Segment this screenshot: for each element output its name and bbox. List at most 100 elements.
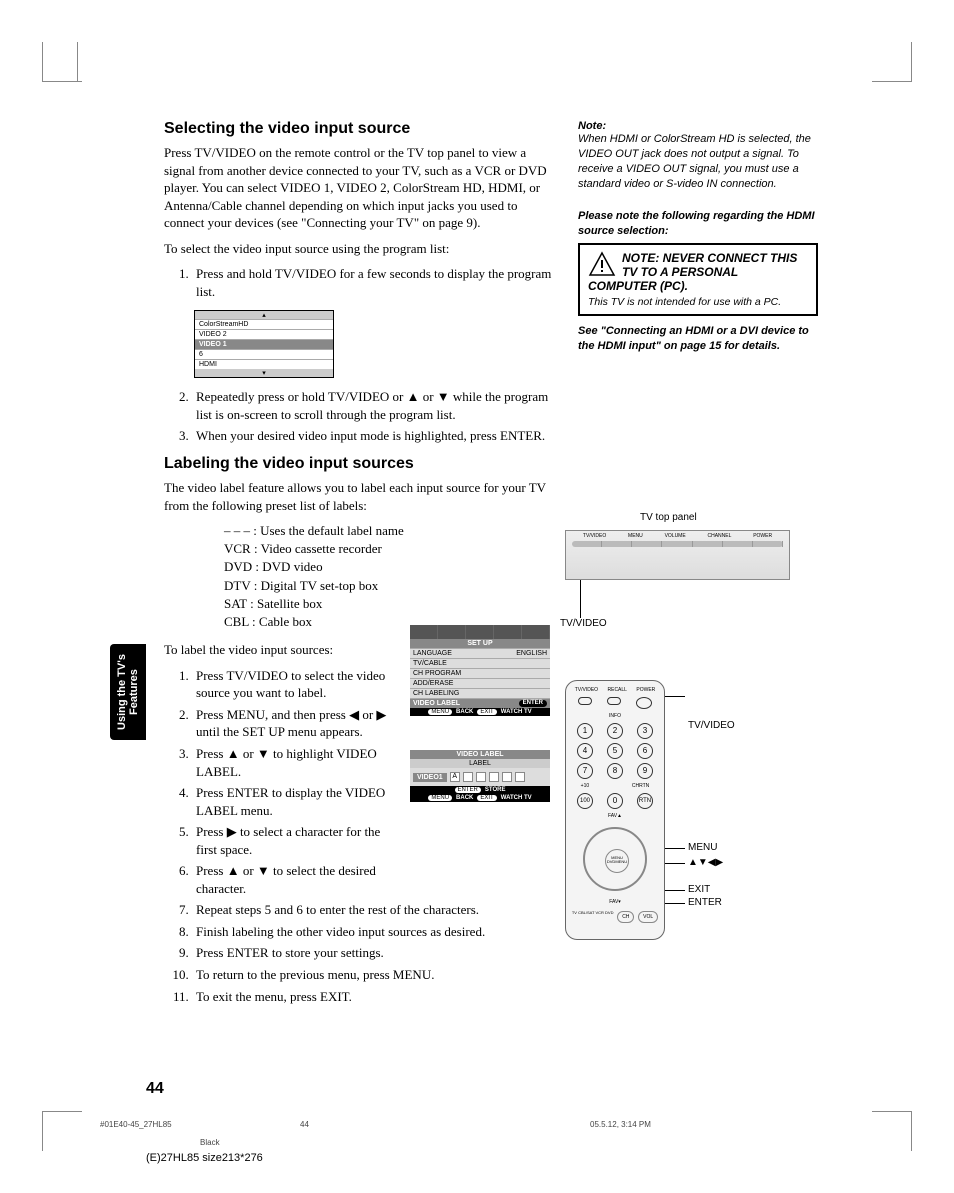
tvvideo-button: [578, 697, 592, 705]
num-button: 100: [577, 793, 593, 809]
step: Press TV/VIDEO to select the video sourc…: [192, 667, 402, 702]
list-item-selected: VIDEO 1: [195, 339, 333, 349]
menu-row: LANGUAGE: [413, 650, 452, 657]
panel-btn-label: CHANNEL: [707, 533, 731, 539]
list-item: 6: [195, 349, 333, 359]
callout-arrows: ▲▼◀▶: [688, 857, 723, 868]
step: Press ENTER to display the VIDEO LABEL m…: [192, 784, 402, 819]
note-heading: Note:: [578, 120, 818, 132]
callout-line: [665, 903, 685, 904]
label-def: – – – : Uses the default label name: [224, 522, 554, 540]
vol-button: VOL: [638, 911, 658, 923]
heading-labeling: Labeling the video input sources: [164, 455, 554, 473]
callout-enter: ENTER: [688, 897, 722, 908]
menu-row: VIDEO1 A: [410, 768, 550, 786]
char-box: [463, 772, 473, 782]
menu-button: MENU DVDMENU: [605, 849, 629, 873]
power-button: [636, 697, 652, 709]
step: Press MENU, and then press ◀ or ▶ until …: [192, 706, 402, 741]
menu-row-selected: VIDEO LABEL: [413, 700, 460, 707]
num-button: 0: [607, 793, 623, 809]
menu-title: SET UP: [410, 639, 550, 648]
tvvideo-callout: TV/VIDEO: [560, 618, 607, 629]
panel-btn-label: POWER: [753, 533, 772, 539]
menu-row: TV/CABLE: [410, 658, 550, 668]
crop-mark: [60, 42, 78, 82]
ch-button: CH: [617, 911, 634, 923]
arrow-up-icon: ▴: [195, 311, 333, 319]
list-item: VIDEO 2: [195, 329, 333, 339]
warn-heading: Please note the following regarding the …: [578, 209, 818, 239]
rtn-button: RTN: [637, 793, 653, 809]
label-def: DVD : DVD video: [224, 558, 554, 576]
callout-line: [665, 890, 685, 891]
footer-black: Black: [200, 1138, 220, 1147]
menu-row: ADD/ERASE: [410, 678, 550, 688]
footer-size: (E)27HL85 size213*276: [146, 1152, 263, 1164]
menu-title: VIDEO LABEL: [410, 750, 550, 759]
label-def: DTV : Digital TV set-top box: [224, 577, 554, 595]
remote-label: POWER: [636, 687, 655, 693]
labels-list: – – – : Uses the default label name VCR …: [224, 522, 554, 631]
para: Press TV/VIDEO on the remote control or …: [164, 144, 554, 232]
step: To return to the previous menu, press ME…: [192, 966, 554, 984]
callout-exit: EXIT: [688, 884, 710, 895]
crop-mark: [872, 1111, 912, 1151]
step: Finish labeling the other video input so…: [192, 923, 554, 941]
remote-control: TV/VIDEO RECALL POWER INFO 123 456 789 +…: [565, 680, 665, 940]
num-button: 7: [577, 763, 593, 779]
mode-label: TV CBL/SAT VCR DVD: [572, 911, 614, 923]
arrow-down-icon: ▾: [195, 369, 333, 377]
step: When your desired video input mode is hi…: [192, 427, 554, 445]
tv-top-panel: TV/VIDEO MENU VOLUME CHANNEL POWER: [565, 530, 790, 580]
menu-footer: MENUBACK EXITWATCH TV: [410, 708, 550, 716]
info-label: INFO: [570, 713, 660, 719]
warn-title: NOTE: NEVER CONNECT THIS TV TO A PERSONA…: [588, 251, 808, 293]
num-button: 1: [577, 723, 593, 739]
recall-button: [607, 697, 621, 705]
menu-sub: LABEL: [410, 759, 550, 768]
fav-down-label: FAV▾: [570, 899, 660, 905]
callout-tvvideo: TV/VIDEO: [688, 720, 735, 731]
panel-btn-label: TV/VIDEO: [583, 533, 606, 539]
remote-label: RECALL: [608, 687, 627, 693]
step: Press and hold TV/VIDEO for a few second…: [192, 265, 554, 300]
warn-sub: This TV is not intended for use with a P…: [588, 296, 808, 308]
remote-label: TV/VIDEO: [575, 687, 598, 693]
num-button: 3: [637, 723, 653, 739]
panel-btn-label: VOLUME: [665, 533, 686, 539]
panel-btn-label: MENU: [628, 533, 643, 539]
video-label-menu-graphic: VIDEO LABEL LABEL VIDEO1 A ENTERSTORE ME…: [410, 750, 550, 802]
menu-footer: MENUBACK EXITWATCH TV: [410, 794, 550, 802]
char-box: [502, 772, 512, 782]
side-tab: Using the TV's Features: [110, 644, 146, 740]
nav-pad: MENU DVDMENU: [583, 827, 647, 891]
step: Press ENTER to store your settings.: [192, 944, 554, 962]
num-button: 9: [637, 763, 653, 779]
label-def: SAT : Satellite box: [224, 595, 554, 613]
enter-pill: ENTER: [519, 700, 547, 707]
remote-label: CHRTN: [632, 783, 649, 789]
char-box: A: [450, 772, 460, 782]
page-number: 44: [146, 1080, 164, 1098]
callout-menu: MENU: [688, 842, 717, 853]
tv-panel-label: TV top panel: [640, 512, 697, 523]
step: Press ▶ to select a character for the fi…: [192, 823, 402, 858]
program-list: ▴ ColorStreamHD VIDEO 2 VIDEO 1 6 HDMI ▾: [194, 310, 334, 378]
step: Press ▲ or ▼ to highlight VIDEO LABEL.: [192, 745, 402, 780]
callout-line: [665, 848, 685, 849]
footer-file: #01E40-45_27HL85: [100, 1120, 172, 1129]
list-item: HDMI: [195, 359, 333, 369]
fav-label: FAV▲: [570, 813, 660, 819]
menu-row: CH LABELING: [410, 688, 550, 698]
menu-value: ENGLISH: [516, 650, 547, 657]
label-def: VCR : Video cassette recorder: [224, 540, 554, 558]
step: To exit the menu, press EXIT.: [192, 988, 554, 1006]
callout-line: [665, 696, 685, 697]
setup-menu-graphic: SET UP LANGUAGE ENGLISH TV/CABLE CH PROGR…: [410, 625, 550, 716]
num-button: 4: [577, 743, 593, 759]
step: Repeatedly press or hold TV/VIDEO or ▲ o…: [192, 388, 554, 423]
num-button: 8: [607, 763, 623, 779]
menu-row: CH PROGRAM: [410, 668, 550, 678]
menu-footer: ENTERSTORE: [410, 786, 550, 794]
